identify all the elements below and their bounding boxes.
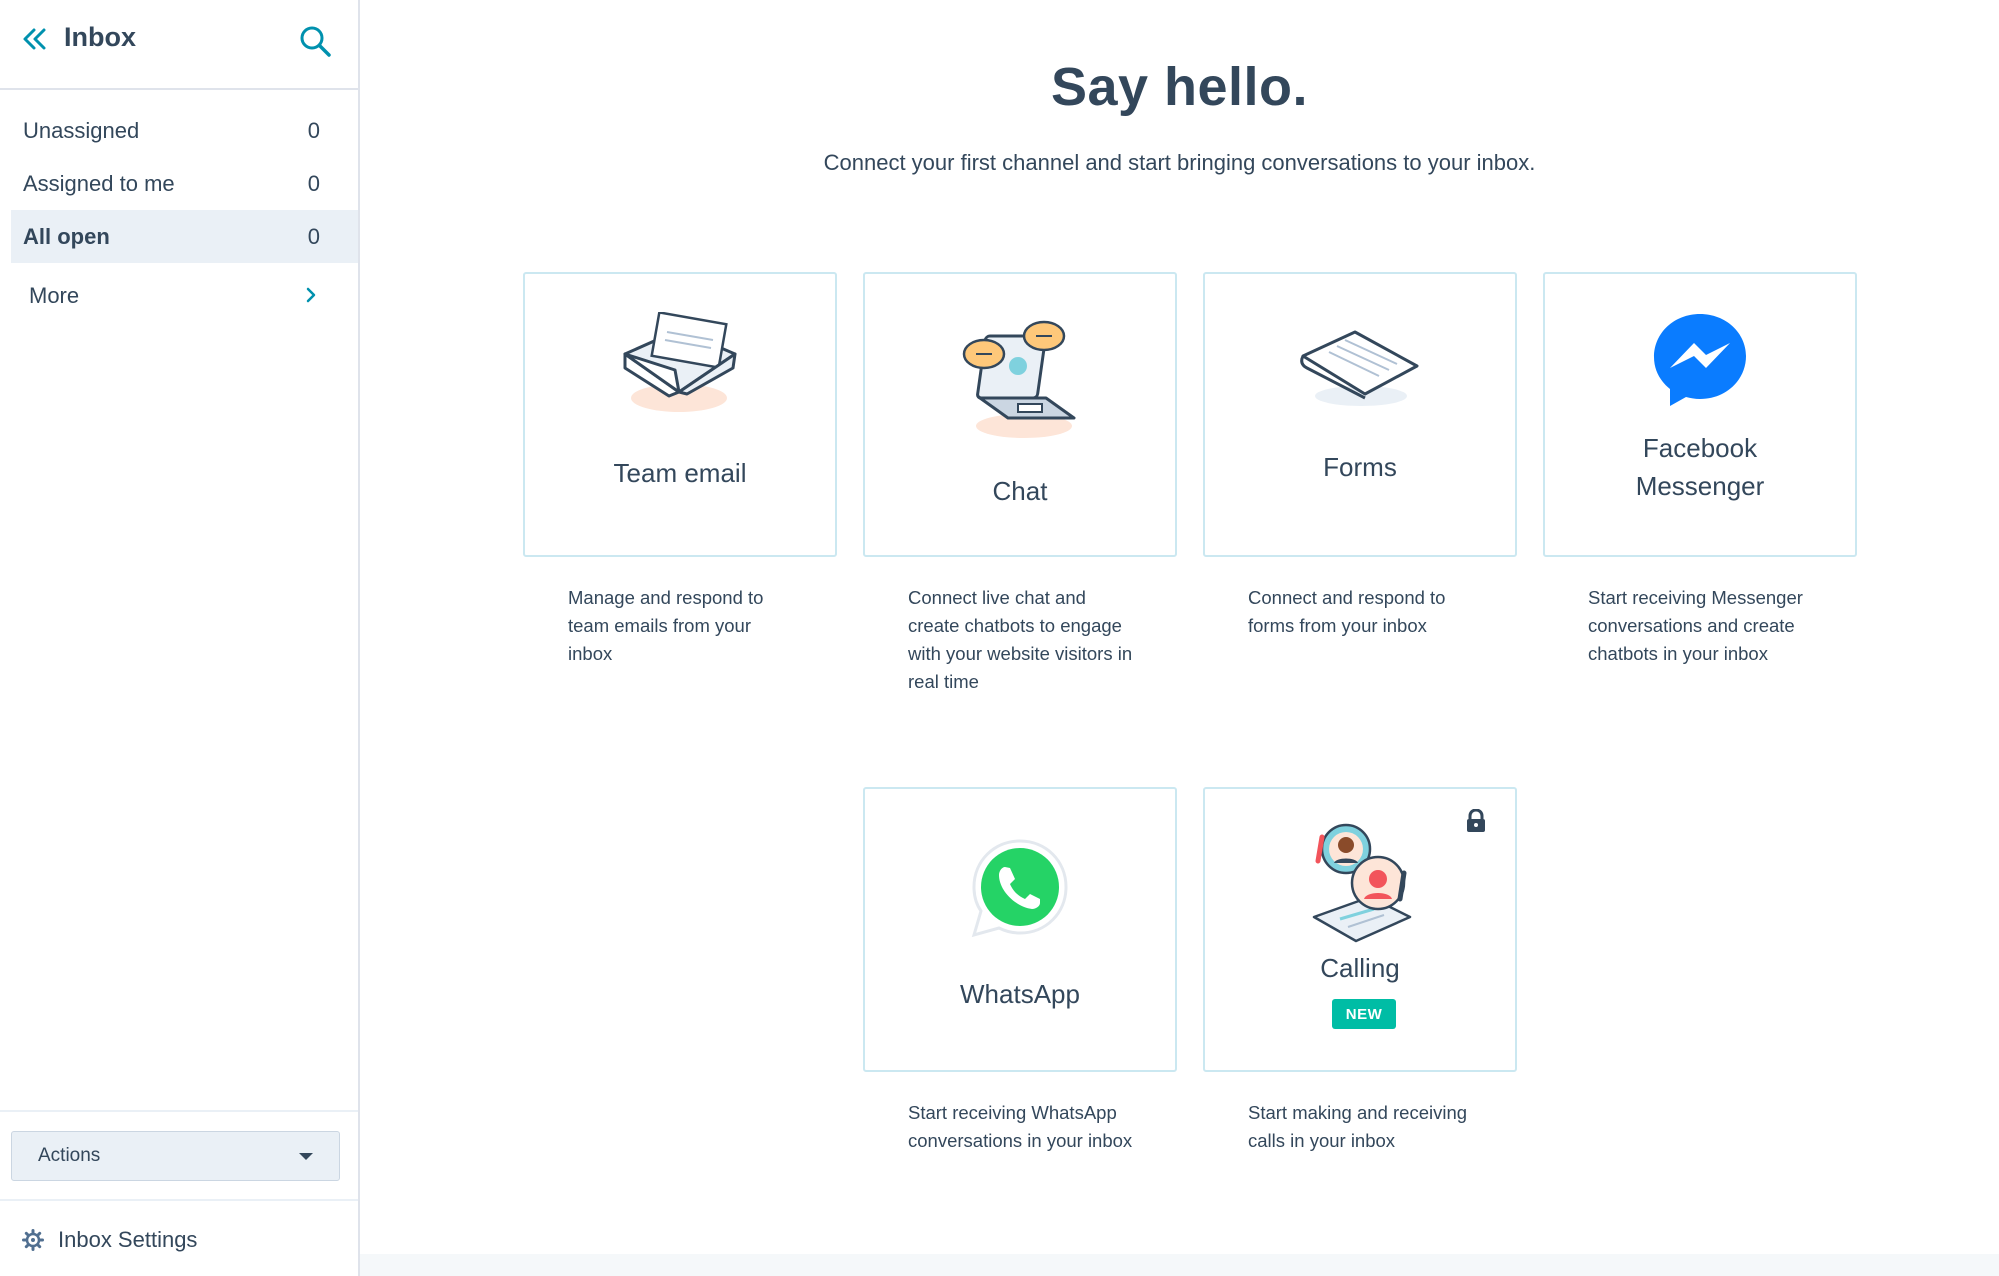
chevron-right-icon	[304, 284, 318, 312]
new-badge: NEW	[1332, 999, 1396, 1029]
channel-description: Start receiving Messenger conversations …	[1588, 587, 1803, 664]
view-list: Unassigned 0 Assigned to me 0 All open 0	[11, 104, 358, 263]
view-label: Assigned to me	[23, 170, 175, 196]
collapse-sidebar-icon[interactable]	[18, 22, 52, 56]
channel-card-team-email[interactable]: Team email	[523, 272, 837, 557]
channel-description: Manage and respond to team emails from y…	[568, 587, 764, 664]
view-item-assigned-to-me[interactable]: Assigned to me 0	[11, 157, 358, 210]
page-subtitle: Connect your first channel and start bri…	[823, 150, 1536, 175]
channel-description: Start making and receiving calls in your…	[1248, 1102, 1468, 1151]
view-label: All open	[23, 223, 110, 249]
inbox-settings-link[interactable]: Inbox Settings	[22, 1222, 197, 1258]
channel-card-chat[interactable]: Chat	[863, 272, 1177, 557]
actions-dropdown[interactable]: Actions	[11, 1131, 340, 1181]
laptop-chat-icon	[865, 306, 1175, 446]
channel-card-facebook-messenger[interactable]: Facebook Messenger	[1543, 272, 1857, 557]
channel-label: Calling	[1320, 953, 1400, 983]
channel-label: Forms	[1323, 452, 1397, 482]
actions-label: Actions	[38, 1145, 101, 1166]
view-item-all-open[interactable]: All open 0	[11, 210, 358, 263]
channel-label: Team email	[613, 458, 747, 488]
settings-label: Inbox Settings	[58, 1227, 198, 1252]
channel-card-calling[interactable]: Calling NEW	[1203, 787, 1517, 1072]
search-icon[interactable]	[296, 22, 334, 60]
view-count: 0	[307, 223, 320, 249]
whatsapp-icon	[865, 837, 1175, 941]
channel-card-whatsapp[interactable]: WhatsApp	[863, 787, 1177, 1072]
messenger-icon	[1545, 310, 1855, 410]
caret-down-icon	[299, 1153, 313, 1160]
channel-label: WhatsApp	[960, 979, 1080, 1009]
page-heading: Say hello.	[1050, 57, 1309, 117]
divider	[0, 1199, 358, 1201]
channel-description: Connect live chat and create chatbots to…	[908, 587, 1133, 692]
gear-icon	[22, 1229, 44, 1251]
view-label: Unassigned	[23, 117, 140, 143]
form-sheet-icon	[1205, 324, 1515, 414]
view-count: 0	[307, 170, 320, 196]
view-item-unassigned[interactable]: Unassigned 0	[11, 104, 358, 157]
channel-description: Connect and respond to forms from your i…	[1248, 587, 1446, 636]
inbox-app: Inbox Unassigned 0 Assigned to me 0 All …	[0, 0, 1999, 1276]
channel-card-forms[interactable]: Forms	[1203, 272, 1517, 557]
channel-description: Start receiving WhatsApp conversations i…	[908, 1102, 1133, 1151]
calling-icon	[1205, 817, 1515, 957]
more-label: More	[29, 283, 80, 308]
main-content: Say hello. Connect your first channel an…	[360, 0, 1999, 1276]
channel-label: Chat	[992, 476, 1048, 506]
inbox-sidebar: Inbox Unassigned 0 Assigned to me 0 All …	[0, 0, 360, 1276]
divider	[0, 1110, 358, 1112]
sidebar-header: Inbox	[0, 0, 358, 90]
view-count: 0	[307, 117, 320, 143]
channel-label: Facebook Messenger	[1635, 433, 1765, 501]
bottom-edge	[360, 1254, 1999, 1276]
envelope-icon	[525, 312, 835, 422]
sidebar-title: Inbox	[64, 22, 136, 52]
more-views-item[interactable]: More	[11, 270, 358, 322]
